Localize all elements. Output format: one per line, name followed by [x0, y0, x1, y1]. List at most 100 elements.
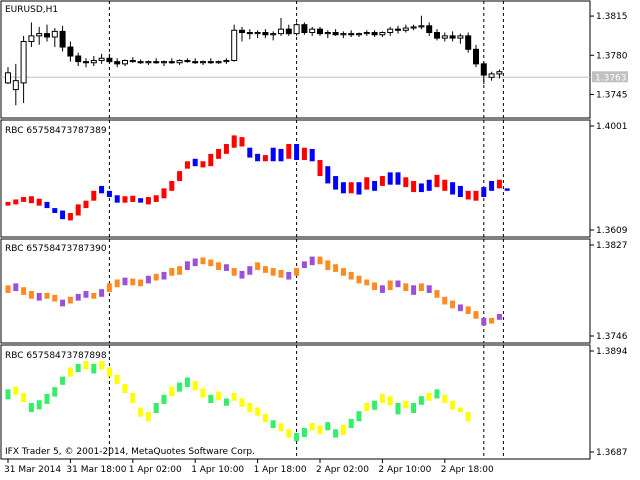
rbc-bar-down — [106, 367, 112, 377]
candle-bull — [90, 60, 97, 64]
candle-bear — [332, 32, 339, 36]
rbc-bar-down — [255, 407, 261, 416]
rbc-bar-down — [138, 407, 144, 417]
rbc-bar-down — [255, 153, 261, 162]
candle-bear — [285, 28, 292, 35]
terminal-chart-window[interactable]: 1.3815 1.3780 1.3745 1.3763 EURUSD,H1 1.400… — [0, 0, 640, 480]
rbc-bar-down — [28, 291, 34, 299]
candle-bear — [449, 35, 456, 39]
y-axis-label: 1.3745 — [596, 90, 628, 100]
time-axis-label: 2 Apr 02:00 — [316, 465, 369, 475]
candle-bull — [363, 32, 370, 35]
candle-bear — [434, 32, 440, 39]
rbc-bar-up — [75, 293, 81, 301]
rbc-bar-up — [481, 317, 487, 326]
rbc-bar-down — [418, 283, 424, 292]
y-axis-label: 1.3780 — [596, 51, 628, 61]
rbc-bar-down — [60, 210, 66, 220]
rbc-bar-up — [301, 428, 307, 438]
rbc-pane-2-title: RBC 65758473787390 — [5, 244, 107, 254]
candle-bull — [496, 71, 503, 75]
rbc-bar-down — [106, 283, 112, 292]
rbc-bar-up — [348, 182, 354, 194]
rbc-bar-up — [75, 204, 81, 216]
candle-bull — [145, 61, 152, 64]
rbc-bar-down — [379, 393, 385, 403]
rbc-bar-down — [270, 268, 276, 276]
rbc-bar-down — [278, 423, 284, 432]
rbc-bar-down — [325, 260, 331, 270]
rbc-bar-down — [340, 268, 346, 276]
candle-bull — [293, 24, 300, 35]
rbc-bar-down — [67, 367, 73, 377]
rbc-bar-down — [465, 412, 471, 422]
candle-bull — [223, 60, 230, 63]
rbc-bar-down — [270, 147, 276, 162]
rbc-bar-up — [317, 160, 323, 177]
rbc-bar-up — [60, 299, 66, 307]
rbc-bar-up — [44, 393, 50, 404]
rbc-bar-down — [208, 259, 214, 267]
y-axis-label: 1.3827 — [596, 241, 628, 251]
rbc-bar-down — [114, 279, 120, 288]
rbc-bar-up — [208, 394, 214, 403]
rbc-bar-down — [356, 182, 362, 195]
rbc-bar-down — [340, 182, 346, 194]
candle-bear — [465, 35, 472, 50]
rbc-bar-up — [301, 261, 307, 269]
candle-bear — [246, 32, 253, 35]
candle-bull — [51, 30, 58, 38]
rbc-bar-up — [161, 394, 167, 404]
rbc-bar-down — [442, 394, 448, 403]
rbc-bar-down — [309, 148, 315, 162]
rbc-bar-up — [247, 266, 253, 275]
rbc-bar-up — [411, 285, 417, 295]
rbc-bar-up — [465, 190, 471, 200]
rbc-bar-up — [395, 403, 401, 415]
candle-bear — [137, 61, 144, 64]
candle-bull — [161, 61, 167, 64]
rbc-bar-up — [434, 174, 440, 188]
rbc-bar-down — [192, 158, 198, 167]
candle-bull — [402, 27, 409, 31]
rbc-bar-down — [255, 262, 261, 270]
rbc-bar-down — [457, 185, 463, 197]
rbc-bar-down — [450, 400, 456, 410]
rbc-bar-down — [138, 279, 144, 287]
rbc-bar-down — [216, 391, 222, 401]
rbc-bar-down — [247, 403, 253, 413]
candle-bull — [441, 35, 448, 39]
rbc-bar-up — [5, 201, 11, 206]
rbc-bar-up — [379, 176, 385, 186]
rbc-bar-up — [434, 389, 440, 399]
rbc-bar-down — [317, 425, 323, 434]
candle-bull — [457, 35, 464, 39]
rbc-bar-up — [169, 180, 175, 191]
rbc-pane-3-title: RBC 65758473787898 — [5, 351, 107, 361]
candle-bull — [5, 72, 11, 84]
rbc-bar-up — [36, 292, 42, 301]
rbc-bar-up — [83, 291, 89, 298]
candle-bear — [262, 32, 269, 36]
rbc-bar-up — [333, 429, 339, 438]
rbc-bar-up — [411, 403, 417, 413]
rbc-bar-down — [364, 403, 370, 412]
candle-bear — [239, 29, 245, 34]
rbc-bar-down — [504, 188, 510, 191]
rbc-bar-down — [44, 201, 50, 209]
candle-bull — [20, 40, 27, 84]
rbc-bar-down — [21, 393, 27, 403]
rbc-bar-down — [489, 317, 495, 324]
candle-bull — [356, 33, 362, 36]
rbc-bar-up — [216, 148, 222, 159]
rbc-bar-up — [239, 137, 245, 147]
rbc-bar-up — [348, 418, 354, 428]
rbc-bar-up — [301, 147, 307, 161]
rbc-bar-up — [223, 398, 229, 406]
rbc-bar-down — [231, 268, 237, 276]
rbc-bar-down — [286, 429, 292, 438]
rbc-bar-down — [364, 279, 370, 286]
rbc-bar-up — [184, 161, 190, 169]
rbc-bar-down — [372, 180, 378, 191]
rbc-bar-up — [356, 411, 362, 422]
